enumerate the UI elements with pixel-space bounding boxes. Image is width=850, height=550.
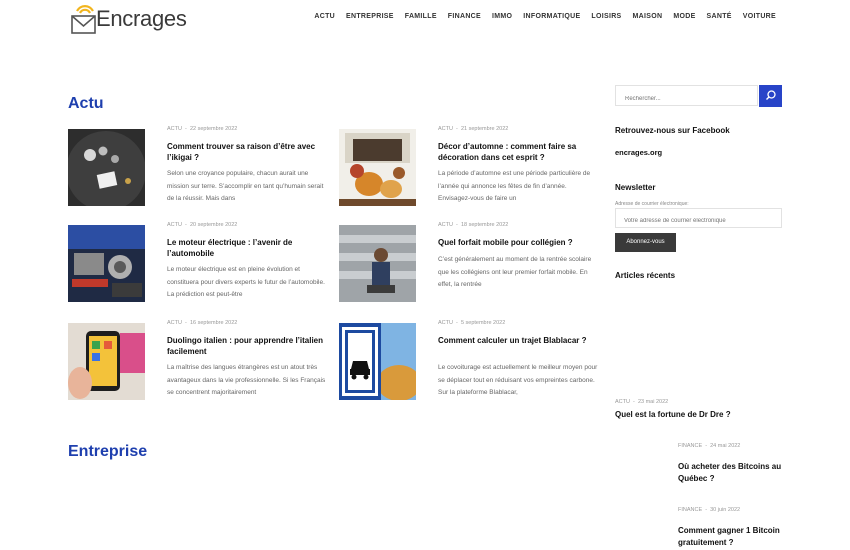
nav-item-mode[interactable]: MODE bbox=[673, 13, 695, 20]
search-input[interactable] bbox=[615, 85, 758, 106]
recent-articles-heading: Articles récents bbox=[615, 271, 676, 280]
site-header: Encrages ACTU ENTREPRISE FAMILLE FINANCE… bbox=[0, 0, 850, 38]
nav-item-sante[interactable]: SANTÉ bbox=[707, 13, 732, 20]
recent-post-meta: ACTU - 23 mai 2022 bbox=[615, 399, 669, 405]
article-excerpt: Selon une croyance populaire, chacun aur… bbox=[167, 170, 324, 202]
article-thumbnail[interactable] bbox=[339, 129, 416, 206]
facebook-heading: Retrouvez-nous sur Facebook bbox=[615, 126, 730, 135]
article-thumbnail[interactable] bbox=[68, 225, 145, 302]
article-meta: ACTU - 5 septembre 2022 bbox=[438, 320, 506, 326]
nav-item-maison[interactable]: MAISON bbox=[633, 13, 663, 20]
article-title[interactable]: Décor d’automne : comment faire sa décor… bbox=[438, 142, 598, 163]
logo-envelope-icon bbox=[70, 2, 98, 34]
nav-item-voiture[interactable]: VOITURE bbox=[743, 13, 776, 20]
article-excerpt: La période d’automne est une période par… bbox=[438, 170, 591, 202]
article-thumbnail[interactable] bbox=[339, 323, 416, 400]
recent-post-meta: FINANCE - 24 mai 2022 bbox=[678, 443, 741, 449]
article-card[interactable]: ACTU - 18 septembre 2022 Quel forfait mo… bbox=[339, 222, 599, 307]
recent-post-meta: FINANCE - 30 juin 2022 bbox=[678, 507, 741, 513]
section-title-entreprise[interactable]: Entreprise bbox=[68, 443, 147, 461]
article-card[interactable]: ACTU - 22 septembre 2022 Comment trouver… bbox=[68, 126, 328, 211]
article-card[interactable]: ACTU - 16 septembre 2022 Duolingo italie… bbox=[68, 320, 328, 405]
nav-item-immo[interactable]: IMMO bbox=[492, 13, 512, 20]
article-excerpt: C’est généralement au moment de la rentr… bbox=[438, 256, 592, 288]
nav-item-informatique[interactable]: INFORMATIQUE bbox=[523, 13, 580, 20]
subscribe-button[interactable]: Abonnez-vous bbox=[615, 233, 676, 252]
article-card[interactable]: ACTU - 20 septembre 2022 Le moteur élect… bbox=[68, 222, 328, 307]
search-button[interactable] bbox=[759, 85, 782, 107]
newsletter-label: Adresse de courrier électronique: bbox=[615, 201, 689, 207]
site-logo[interactable]: Encrages bbox=[70, 2, 187, 34]
recent-post-title[interactable]: Comment gagner 1 Bitcoin gratuitement ? bbox=[678, 525, 788, 548]
article-card[interactable]: ACTU - 5 septembre 2022 Comment calculer… bbox=[339, 320, 599, 405]
nav-item-loisirs[interactable]: LOISIRS bbox=[591, 13, 621, 20]
article-meta: ACTU - 22 septembre 2022 bbox=[167, 126, 238, 132]
article-meta: ACTU - 18 septembre 2022 bbox=[438, 222, 509, 228]
article-meta: ACTU - 16 septembre 2022 bbox=[167, 320, 238, 326]
nav-item-finance[interactable]: FINANCE bbox=[448, 13, 481, 20]
recent-post-title[interactable]: Où acheter des Bitcoins au Québec ? bbox=[678, 461, 783, 484]
article-meta: ACTU - 21 septembre 2022 bbox=[438, 126, 509, 132]
newsletter-heading: Newsletter bbox=[615, 183, 656, 192]
nav-item-entreprise[interactable]: ENTREPRISE bbox=[346, 13, 394, 20]
article-title[interactable]: Duolingo italien : pour apprendre l’ital… bbox=[167, 336, 327, 357]
article-excerpt: Le covoiturage est actuellement le meill… bbox=[438, 364, 598, 396]
article-title[interactable]: Le moteur électrique : l’avenir de l’aut… bbox=[167, 238, 327, 259]
search-icon bbox=[766, 90, 776, 100]
article-thumbnail[interactable] bbox=[68, 129, 145, 206]
article-title[interactable]: Comment trouver sa raison d’être avec l’… bbox=[167, 142, 327, 163]
section-title-actu[interactable]: Actu bbox=[68, 95, 104, 113]
recent-post-title[interactable]: Quel est la fortune de Dr Dre ? bbox=[615, 409, 775, 421]
article-thumbnail[interactable] bbox=[68, 323, 145, 400]
article-excerpt: La maîtrise des langues étrangères est u… bbox=[167, 364, 326, 396]
nav-item-actu[interactable]: ACTU bbox=[314, 13, 335, 20]
article-title[interactable]: Comment calculer un trajet Blablacar ? bbox=[438, 336, 598, 347]
article-meta: ACTU - 20 septembre 2022 bbox=[167, 222, 238, 228]
article-title[interactable]: Quel forfait mobile pour collégien ? bbox=[438, 238, 598, 249]
article-thumbnail[interactable] bbox=[339, 225, 416, 302]
article-card[interactable]: ACTU - 21 septembre 2022 Décor d’automne… bbox=[339, 126, 599, 211]
main-nav: ACTU ENTREPRISE FAMILLE FINANCE IMMO INF… bbox=[303, 13, 776, 20]
nav-item-famille[interactable]: FAMILLE bbox=[405, 13, 437, 20]
facebook-link[interactable]: encrages.org bbox=[615, 148, 662, 157]
email-field[interactable] bbox=[615, 208, 782, 228]
site-name: Encrages bbox=[96, 6, 187, 31]
article-excerpt: Le moteur électrique est en pleine évolu… bbox=[167, 266, 325, 298]
